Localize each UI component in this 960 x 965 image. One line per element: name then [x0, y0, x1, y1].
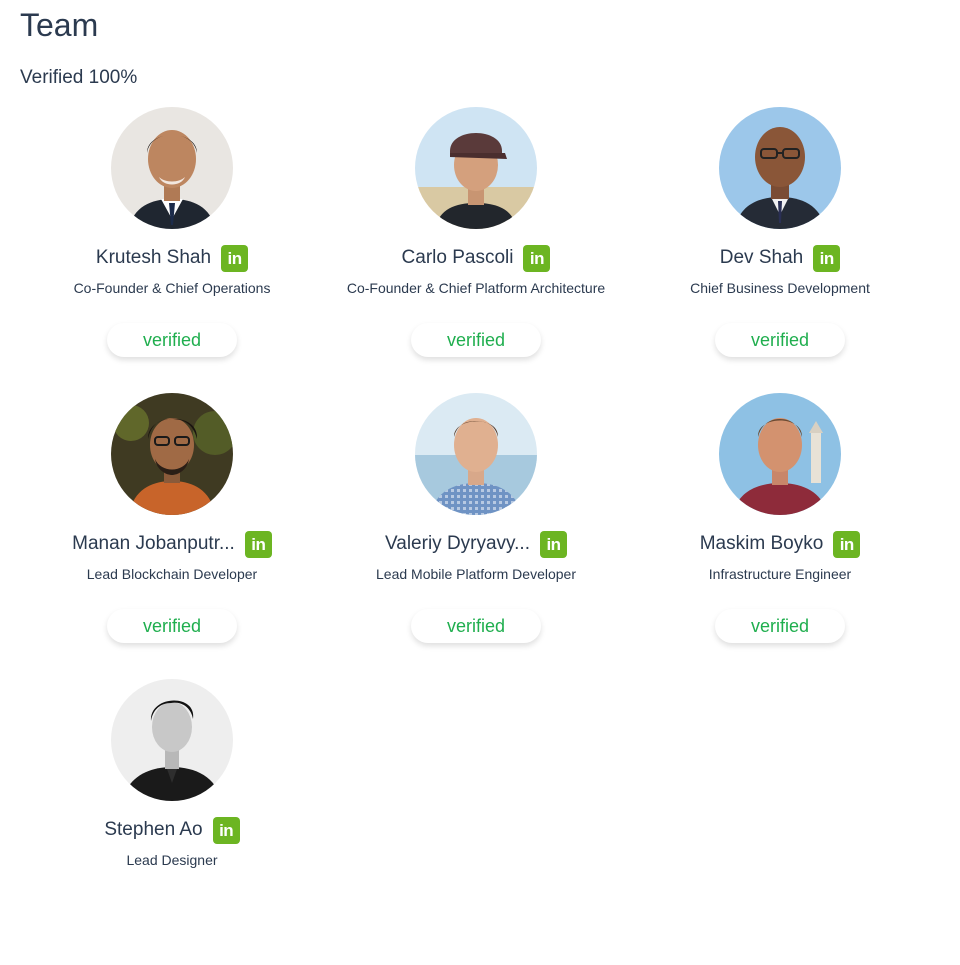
- member-role: Lead Blockchain Developer: [86, 566, 258, 582]
- member-name: Manan Jobanputr...: [72, 533, 235, 554]
- verified-badge[interactable]: verified: [107, 609, 237, 643]
- avatar[interactable]: [111, 393, 233, 515]
- team-member-card: Stephen Ao in Lead Designer: [20, 679, 324, 965]
- verified-badge[interactable]: verified: [715, 609, 845, 643]
- linkedin-icon[interactable]: in: [244, 530, 272, 558]
- avatar[interactable]: [111, 679, 233, 801]
- team-member-card: Krutesh Shah in Co-Founder & Chief Opera…: [20, 107, 324, 393]
- verified-badge[interactable]: verified: [107, 323, 237, 357]
- name-row: Stephen Ao in: [20, 815, 324, 845]
- linkedin-icon[interactable]: in: [813, 244, 841, 272]
- member-name: Krutesh Shah: [95, 247, 212, 268]
- team-member-card: Valeriy Dyryavy... in Lead Mobile Platfo…: [324, 393, 628, 679]
- member-role: Co-Founder & Chief Platform Architecture: [346, 280, 606, 296]
- linkedin-icon[interactable]: in: [221, 244, 249, 272]
- linkedin-icon[interactable]: in: [833, 530, 861, 558]
- verified-summary: Verified 100%: [20, 67, 138, 88]
- team-member-card: Maskim Boyko in Infrastructure Engineer …: [628, 393, 932, 679]
- verified-badge[interactable]: verified: [715, 323, 845, 357]
- avatar[interactable]: [415, 107, 537, 229]
- member-name: Valeriy Dyryavy...: [385, 533, 530, 554]
- member-name: Dev Shah: [719, 247, 804, 268]
- name-row: Carlo Pascoli in: [324, 243, 628, 273]
- member-role: Chief Business Development: [690, 280, 870, 296]
- team-member-card: Manan Jobanputr... in Lead Blockchain De…: [20, 393, 324, 679]
- name-row: Krutesh Shah in: [20, 243, 324, 273]
- linkedin-icon[interactable]: in: [523, 244, 551, 272]
- name-row: Maskim Boyko in: [628, 529, 932, 559]
- avatar[interactable]: [719, 393, 841, 515]
- member-name: Stephen Ao: [104, 819, 203, 840]
- team-member-card: Carlo Pascoli in Co-Founder & Chief Plat…: [324, 107, 628, 393]
- avatar[interactable]: [415, 393, 537, 515]
- team-member-card: Dev Shah in Chief Business Development v…: [628, 107, 932, 393]
- member-role: Infrastructure Engineer: [708, 566, 852, 582]
- member-role: Lead Designer: [126, 852, 218, 868]
- member-role: Co-Founder & Chief Operations: [73, 280, 271, 296]
- linkedin-icon[interactable]: in: [540, 530, 567, 558]
- member-name: Carlo Pascoli: [401, 247, 514, 268]
- page-title: Team: [20, 7, 99, 43]
- name-row: Valeriy Dyryavy... in: [324, 529, 628, 559]
- name-row: Dev Shah in: [628, 243, 932, 273]
- name-row: Manan Jobanputr... in: [20, 529, 324, 559]
- member-role: Lead Mobile Platform Developer: [376, 566, 576, 582]
- avatar[interactable]: [719, 107, 841, 229]
- member-name: Maskim Boyko: [699, 533, 824, 554]
- verified-badge[interactable]: verified: [411, 323, 541, 357]
- avatar[interactable]: [111, 107, 233, 229]
- verified-badge[interactable]: verified: [411, 609, 541, 643]
- linkedin-icon[interactable]: in: [212, 816, 240, 844]
